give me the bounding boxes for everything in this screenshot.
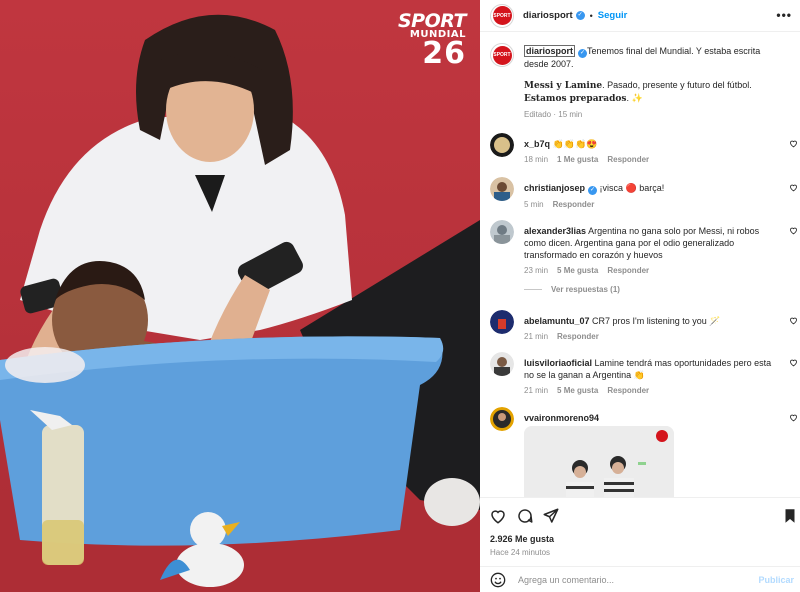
comment-time[interactable]: 18 min: [524, 155, 548, 164]
commenter-avatar[interactable]: [490, 407, 514, 431]
commenter-avatar[interactable]: [490, 310, 514, 334]
duck-head: [190, 512, 226, 548]
commenter-avatar[interactable]: [490, 352, 514, 376]
commenter-avatar[interactable]: [490, 220, 514, 244]
comment-username[interactable]: abelamuntu_07: [524, 316, 590, 326]
bottle-liquid: [42, 520, 84, 565]
comments-feed[interactable]: SPORT diariosport ✓ Tenemos final del Mund…: [480, 33, 800, 497]
post-time: Hace 24 minutos: [490, 548, 551, 557]
comment-likes[interactable]: 1 Me gusta: [557, 155, 598, 164]
reply-button[interactable]: Responder: [607, 386, 649, 395]
replies-line: [524, 289, 542, 291]
post-panel: SPORT diariosport ✓ • Seguir ••• SPORT d…: [480, 0, 800, 592]
comment-username[interactable]: christianjosep: [524, 183, 585, 193]
emoji-icon[interactable]: [490, 572, 506, 588]
commenter-avatar[interactable]: [490, 177, 514, 201]
caption-avatar-text: SPORT: [492, 45, 512, 65]
avatar-text: SPORT: [492, 6, 512, 25]
post-actions: 2.926 Me gusta Hace 24 minutos: [480, 497, 800, 567]
comment-image[interactable]: [524, 426, 674, 497]
foam: [5, 347, 85, 383]
comment-time[interactable]: 5 min: [524, 200, 544, 209]
reply-button[interactable]: Responder: [557, 332, 599, 341]
brand-line-1: SPORT: [398, 10, 467, 32]
reply-button[interactable]: Responder: [607, 266, 649, 275]
comment-icon[interactable]: [516, 507, 534, 525]
reply-button[interactable]: Responder: [607, 155, 649, 164]
verified-icon: ✓: [575, 11, 585, 20]
add-comment-bar: Agrega un comentario... Publicar: [480, 566, 800, 592]
photo-illustration: [0, 14, 480, 592]
post-photo[interactable]: SPORT MUNDIAL 26: [0, 0, 480, 592]
verified-icon: ✓: [588, 186, 598, 195]
follow-button[interactable]: Seguir: [598, 10, 628, 21]
like-icon[interactable]: [489, 507, 507, 525]
comment-username[interactable]: x_b7q: [524, 139, 550, 149]
view-replies-label: Ver respuestas (1): [551, 285, 620, 294]
header-separator: •: [589, 10, 593, 21]
comment-text: CR7 pros I'm listening to you 🪄: [592, 316, 721, 326]
caption-bold-1: Messi y Lamine: [524, 81, 603, 91]
heart-icon[interactable]: [789, 358, 798, 367]
post-header: SPORT diariosport ✓ • Seguir •••: [480, 0, 800, 32]
comment-input[interactable]: Agrega un comentario...: [518, 575, 614, 585]
heart-icon[interactable]: [789, 413, 798, 422]
verified-icon: ✓: [578, 49, 588, 58]
comment-image-illustration: [524, 426, 674, 497]
comment-text: ¡visca 🔴 barça!: [599, 183, 665, 193]
comment-likes[interactable]: 5 Me gusta: [557, 266, 598, 275]
caption-text-3: . ✨: [626, 93, 643, 103]
comment-username[interactable]: luisviloriaoficial: [524, 358, 592, 368]
header-username[interactable]: diariosport: [523, 10, 573, 21]
more-options-icon[interactable]: •••: [776, 8, 792, 22]
caption-bold-2: Estamos preparados: [524, 94, 627, 104]
heart-icon[interactable]: [789, 226, 798, 235]
heart-icon[interactable]: [789, 316, 798, 325]
sport-mundial-logo: SPORT MUNDIAL 26: [398, 10, 467, 71]
caption-username[interactable]: diariosport: [524, 45, 576, 57]
brand-line-3: 26: [422, 35, 466, 71]
comment-time[interactable]: 21 min: [524, 332, 548, 341]
comment-time[interactable]: 23 min: [524, 266, 548, 275]
avatar[interactable]: SPORT: [490, 3, 514, 28]
post-button[interactable]: Publicar: [758, 575, 794, 585]
likes-count[interactable]: 2.926 Me gusta: [490, 534, 554, 544]
caption-text-2: . Pasado, presente y futuro del fútbol.: [602, 80, 752, 90]
bookmark-icon[interactable]: [781, 507, 799, 525]
heart-icon[interactable]: [789, 139, 798, 148]
sock: [424, 478, 480, 526]
commenter-avatar[interactable]: [490, 133, 514, 157]
caption: diariosport ✓ Tenemos final del Mundial. Y…: [524, 45, 786, 121]
view-replies-button[interactable]: Ver respuestas (1): [524, 285, 620, 294]
caption-avatar[interactable]: SPORT: [490, 43, 514, 67]
reply-button[interactable]: Responder: [553, 200, 595, 209]
caption-meta: Editado · 15 min: [524, 110, 583, 119]
heart-icon[interactable]: [789, 183, 798, 192]
comment-time[interactable]: 21 min: [524, 386, 548, 395]
comment-username[interactable]: vvaironmoreno94: [524, 413, 599, 423]
comment-likes[interactable]: 5 Me gusta: [557, 386, 598, 395]
share-icon[interactable]: [542, 507, 560, 525]
comment-username[interactable]: alexander3lias: [524, 226, 586, 236]
comment-text: 👏👏👏😍: [552, 139, 598, 149]
